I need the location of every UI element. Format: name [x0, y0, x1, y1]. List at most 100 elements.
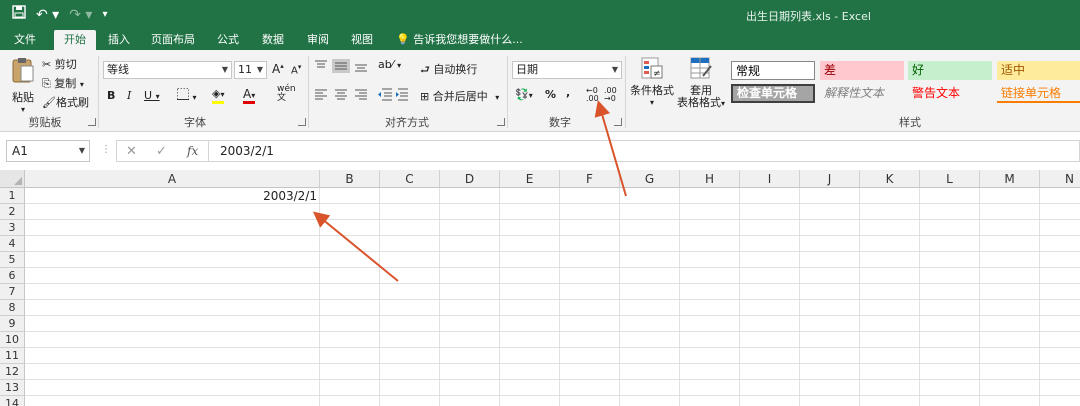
column-header-j[interactable]: J	[800, 170, 860, 188]
row-header-6[interactable]: 6	[0, 268, 25, 284]
formula-input[interactable]: 2003/2/1	[208, 140, 1080, 162]
conditional-formatting-button[interactable]: ≠ 条件格式 ▾	[630, 56, 674, 109]
insert-function-icon[interactable]: fx	[187, 144, 198, 158]
row-header-4[interactable]: 4	[0, 236, 25, 252]
column-header-k[interactable]: K	[860, 170, 920, 188]
grow-font-button[interactable]: A▴	[272, 62, 284, 76]
column-header-e[interactable]: E	[500, 170, 560, 188]
redo-icon[interactable]: ↷ ▾	[69, 5, 92, 25]
underline-button[interactable]: U ▾	[144, 89, 160, 102]
row-header-11[interactable]: 11	[0, 348, 25, 364]
copy-icon: ⎘	[42, 77, 51, 90]
row-header-13[interactable]: 13	[0, 380, 25, 396]
column-header-n[interactable]: N	[1040, 170, 1080, 188]
formula-bar-grip-icon[interactable]: ⋮	[101, 144, 111, 155]
format-as-table-button[interactable]: 套用 表格格式▾	[676, 56, 726, 110]
style-good[interactable]: 好	[908, 61, 992, 80]
column-header-g[interactable]: G	[620, 170, 680, 188]
clipboard-launcher-icon[interactable]	[88, 118, 96, 126]
row-header-5[interactable]: 5	[0, 252, 25, 268]
tab-file[interactable]: 文件	[6, 30, 44, 50]
tab-insert[interactable]: 插入	[101, 30, 137, 50]
vertical-align-icons[interactable]	[315, 59, 375, 73]
row-header-10[interactable]: 10	[0, 332, 25, 348]
worksheet-grid[interactable]: ABCDEFGHIJKLMN 1 2 3 4 5 6 7 8 9 10 11 12 13 14 2003/…	[0, 170, 1080, 406]
tell-me-search[interactable]: 💡 告诉我您想要做什么...	[396, 30, 523, 50]
cut-button[interactable]: ✂ 剪切	[42, 56, 77, 72]
column-header-m[interactable]: M	[980, 170, 1040, 188]
column-header-i[interactable]: I	[740, 170, 800, 188]
italic-button[interactable]: I	[127, 89, 131, 102]
format-painter-button[interactable]: 🖌格式刷	[42, 94, 89, 110]
style-bad[interactable]: 差	[820, 61, 904, 80]
font-color-button[interactable]: A▾	[243, 87, 255, 104]
row-header-2[interactable]: 2	[0, 204, 25, 220]
row-header-1[interactable]: 1	[0, 188, 25, 204]
style-linked-cell[interactable]: 链接单元格	[997, 84, 1080, 103]
style-explanatory-text[interactable]: 解释性文本	[820, 84, 904, 103]
tab-data[interactable]: 数据	[255, 30, 291, 50]
row-header-14[interactable]: 14	[0, 396, 25, 406]
wrap-text-button[interactable]: ⮐ 自动换行	[420, 61, 477, 80]
tab-page-layout[interactable]: 页面布局	[147, 30, 199, 50]
row-header-12[interactable]: 12	[0, 364, 25, 380]
font-name-select[interactable]: 等线 ▼	[103, 61, 232, 79]
column-header-l[interactable]: L	[920, 170, 980, 188]
row-header-3[interactable]: 3	[0, 220, 25, 236]
style-neutral[interactable]: 适中	[997, 61, 1080, 80]
row-header-7[interactable]: 7	[0, 284, 25, 300]
decrease-decimal-button[interactable]: .00 →0	[604, 87, 617, 103]
comma-button[interactable]: ,	[566, 86, 570, 99]
gridline-horizontal	[25, 363, 1080, 364]
column-header-d[interactable]: D	[440, 170, 500, 188]
alignment-launcher-icon[interactable]	[497, 118, 505, 126]
orientation-button[interactable]: ab⁄ ▾	[378, 58, 401, 71]
column-header-c[interactable]: C	[380, 170, 440, 188]
phonetic-button[interactable]: wén 文	[277, 85, 296, 103]
save-icon[interactable]	[12, 5, 26, 25]
copy-button[interactable]: ⎘ 复制 ▾	[42, 75, 84, 91]
font-size-select[interactable]: 11 ▼	[234, 61, 267, 79]
styles-group-label: 样式	[899, 116, 921, 129]
bold-button[interactable]: B	[107, 89, 115, 102]
tab-review[interactable]: 审阅	[300, 30, 336, 50]
paste-button[interactable]: 粘贴 ▾	[8, 56, 38, 114]
indent-icons[interactable]	[378, 88, 412, 101]
column-header-b[interactable]: B	[320, 170, 380, 188]
select-all-corner[interactable]	[0, 170, 25, 188]
svg-text:≠: ≠	[653, 69, 661, 79]
gridline-horizontal	[25, 299, 1080, 300]
customize-qat-icon[interactable]: ▾	[102, 5, 107, 25]
font-launcher-icon[interactable]	[298, 118, 306, 126]
borders-button[interactable]: ▾	[177, 88, 197, 103]
cancel-icon[interactable]: ✕	[126, 144, 137, 159]
shrink-font-button[interactable]: A▾	[291, 63, 301, 76]
row-header-9[interactable]: 9	[0, 316, 25, 332]
column-header-f[interactable]: F	[560, 170, 620, 188]
number-format-select[interactable]: 日期 ▼	[512, 61, 622, 79]
tab-home[interactable]: 开始	[54, 30, 96, 50]
number-launcher-icon[interactable]	[614, 118, 622, 126]
undo-icon[interactable]: ↶ ▾	[36, 5, 59, 25]
enter-icon[interactable]: ✓	[156, 144, 167, 159]
gridline-vertical	[319, 188, 320, 406]
fill-color-button[interactable]: ◈▾	[212, 87, 224, 104]
style-check-cell[interactable]: 检查单元格	[731, 84, 815, 103]
format-table-icon	[690, 57, 712, 79]
percent-button[interactable]: %	[545, 88, 556, 101]
increase-decimal-button[interactable]: ←0.00	[586, 87, 599, 103]
column-header-a[interactable]: A	[25, 170, 320, 188]
tab-view[interactable]: 视图	[344, 30, 380, 50]
horizontal-align-icons[interactable]	[315, 89, 375, 101]
cell-a1[interactable]: 2003/2/1	[25, 188, 320, 205]
merge-center-button[interactable]: ⊞ 合并后居中 ▾	[420, 88, 499, 104]
tab-formulas[interactable]: 公式	[210, 30, 246, 50]
row-header-8[interactable]: 8	[0, 300, 25, 316]
gridline-horizontal	[25, 379, 1080, 380]
column-header-h[interactable]: H	[680, 170, 740, 188]
name-box[interactable]: A1 ▼	[6, 140, 90, 162]
gridline-horizontal	[25, 251, 1080, 252]
style-normal[interactable]: 常规	[731, 61, 815, 80]
accounting-format-button[interactable]: 💱▾	[515, 88, 533, 101]
style-warning-text[interactable]: 警告文本	[908, 84, 992, 103]
